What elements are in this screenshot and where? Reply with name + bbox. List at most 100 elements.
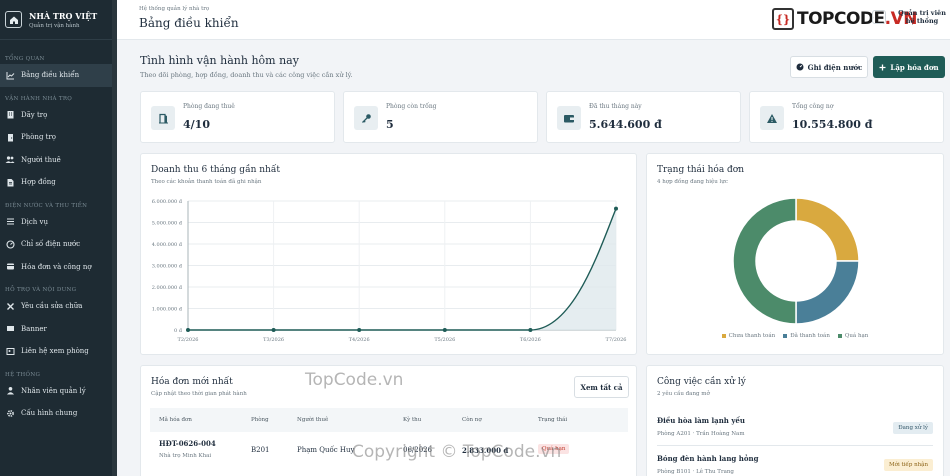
legend-label: Chưa thanh toán: [728, 333, 776, 339]
donut-slice: [795, 197, 860, 262]
contact-icon: [5, 346, 15, 356]
sidebar-item-meter[interactable]: Chỉ số điện nước: [0, 233, 117, 256]
section-title: Tình hình vận hành hôm nay: [140, 54, 299, 67]
invoice-status-donut: [732, 197, 860, 325]
table-header: Mã hóa đơn Phòng Người thuê Kỳ thu Còn n…: [150, 408, 628, 432]
sidebar-section-overview: Tổng quan: [5, 56, 45, 62]
sidebar-item-label: Cấu hình chung: [21, 409, 78, 418]
stat-label: Tổng công nợ: [792, 103, 834, 110]
x-tick-label: T4/2026: [349, 337, 370, 343]
x-tick-label: T3/2026: [263, 337, 284, 343]
sidebar-section-system: Hệ thống: [5, 371, 41, 378]
sidebar-item-label: Banner: [21, 324, 47, 333]
record-meter-button[interactable]: Ghi điện nước: [790, 56, 868, 78]
revenue-line-chart: 0 đ 1.000.000 đ 2.000.000 đ 3.000.000 đ 4.00…: [152, 199, 627, 343]
revenue-panel: Doanh thu 6 tháng gần nhất Theo các khoả…: [140, 153, 637, 355]
revenue-point: [357, 328, 362, 332]
column-header: Kỳ thu: [403, 417, 422, 423]
task-status-badge: Đang xử lý: [893, 422, 933, 434]
brand-subtitle: Quản trị vận hành: [29, 22, 80, 29]
sidebar-item-staff[interactable]: Nhân viên quản lý: [0, 380, 117, 403]
stat-value: 4/10: [183, 118, 210, 131]
stat-total-debt: Tổng công nợ 10.554.800 đ: [749, 91, 944, 143]
topbar: Hệ thống quản lý nhà trọ Bảng điều khiển…: [117, 0, 950, 40]
y-tick-label: 5.000.000 đ: [152, 221, 183, 227]
revenue-point: [442, 328, 447, 332]
record-meter-label: Ghi điện nước: [807, 62, 863, 72]
y-tick-label: 3.000.000 đ: [152, 264, 183, 270]
legend-label: Đã thanh toán: [790, 333, 830, 339]
donut-legend: Chưa thanh toán Đã thanh toán Quá hạn: [647, 333, 943, 339]
tasks-panel: Công việc cần xử lý 2 yêu cầu đang mở Đi…: [646, 365, 944, 476]
sidebar-item-contacts[interactable]: Liên hệ xem phòng: [0, 340, 117, 363]
sidebar-item-buildings[interactable]: Dãy trọ: [0, 104, 117, 127]
contract-icon: [5, 177, 15, 187]
gauge-icon: [796, 63, 804, 71]
stat-label: Phòng còn trống: [386, 103, 437, 110]
sidebar-item-dashboard[interactable]: Bảng điều khiển: [0, 64, 117, 87]
plus-icon: [879, 64, 886, 71]
section-subtitle: Theo dõi phòng, hợp đồng, doanh thu và c…: [140, 71, 353, 79]
legend-swatch: [783, 333, 788, 338]
door-icon: [151, 106, 175, 130]
invoice-code[interactable]: HĐT-0626-004: [159, 439, 216, 448]
sidebar-item-tenants[interactable]: Người thuê: [0, 149, 117, 172]
warning-icon: [760, 106, 784, 130]
brand[interactable]: NHÀ TRỌ VIỆT Quản trị vận hành: [0, 0, 117, 40]
view-all-button[interactable]: Xem tất cả: [574, 376, 629, 398]
sidebar-item-label: Dịch vụ: [21, 217, 48, 226]
sidebar-item-repairs[interactable]: Yêu cầu sửa chữa: [0, 295, 117, 318]
revenue-point: [186, 328, 190, 332]
sidebar-item-label: Liên hệ xem phòng: [21, 347, 89, 356]
x-tick-label: T6/2026: [520, 337, 541, 343]
page-title: Bảng điều khiển: [139, 16, 239, 30]
sidebar-item-banner[interactable]: Banner: [0, 318, 117, 341]
sidebar-section-support: Hỗ trợ và nội dung: [5, 287, 77, 293]
status-badge: Quá hạn: [538, 444, 570, 454]
sidebar-item-settings[interactable]: Cấu hình chung: [0, 402, 117, 425]
sidebar-item-invoices[interactable]: Hóa đơn và công nợ: [0, 256, 117, 279]
sidebar-item-label: Dãy trọ: [21, 110, 48, 119]
sidebar-item-rooms[interactable]: Phòng trọ: [0, 126, 117, 149]
chart-icon: [5, 70, 15, 80]
sidebar-item-contracts[interactable]: Hợp đồng: [0, 171, 117, 194]
breadcrumb: Hệ thống quản lý nhà trọ: [139, 6, 210, 12]
task-status-badge: Mới tiếp nhận: [884, 459, 933, 471]
user-menu-button[interactable]: [872, 10, 886, 24]
revenue-area: [188, 208, 616, 330]
sidebar-item-label: Hợp đồng: [21, 178, 56, 187]
legend-item: Đã thanh toán: [783, 333, 830, 339]
donut-slice: [795, 260, 860, 325]
revenue-point: [528, 328, 533, 332]
sidebar-item-label: Chỉ số điện nước: [21, 240, 81, 249]
topcode-logo: {} TOPCODE.VN: [772, 8, 918, 30]
sidebar-item-label: Hóa đơn và công nợ: [21, 262, 92, 271]
x-tick-label: T2/2026: [178, 337, 199, 343]
legend-item: Quá hạn: [837, 333, 868, 339]
list-icon: [5, 217, 15, 227]
admin-label[interactable]: Quản trị viên hệ thống: [897, 9, 947, 26]
user-icon: [5, 386, 15, 396]
y-tick-label: 6.000.000 đ: [152, 199, 183, 205]
invoice-icon: [5, 262, 15, 272]
key-icon: [354, 106, 378, 130]
sidebar: NHÀ TRỌ VIỆT Quản trị vận hành Tổng quan…: [0, 0, 117, 476]
sidebar-item-services[interactable]: Dịch vụ: [0, 211, 117, 234]
column-header: Còn nợ: [462, 417, 482, 423]
invoice-period: 06/2026: [403, 446, 433, 454]
stat-label: Phòng đang thuê: [183, 103, 235, 110]
revenue-point: [614, 206, 618, 211]
x-tick-label: T5/2026: [434, 337, 455, 343]
stat-rented-rooms: Phòng đang thuê 4/10: [140, 91, 335, 143]
create-invoice-button[interactable]: Lập hóa đơn: [873, 56, 945, 78]
sidebar-scrollbar[interactable]: [112, 0, 117, 476]
gear-icon: [5, 408, 15, 418]
invoice-tenant: Phạm Quốc Huy: [297, 446, 355, 454]
create-invoice-label: Lập hóa đơn: [890, 62, 939, 72]
y-tick-label: 0 đ: [174, 328, 183, 334]
stat-label: Đã thu tháng này: [589, 103, 642, 110]
wallet-icon: [557, 106, 581, 130]
stat-value: 5: [386, 118, 394, 131]
column-header: Mã hóa đơn: [159, 417, 192, 423]
invoice-status-panel: Trạng thái hóa đơn 4 hợp đồng đang hiệu …: [646, 153, 944, 355]
